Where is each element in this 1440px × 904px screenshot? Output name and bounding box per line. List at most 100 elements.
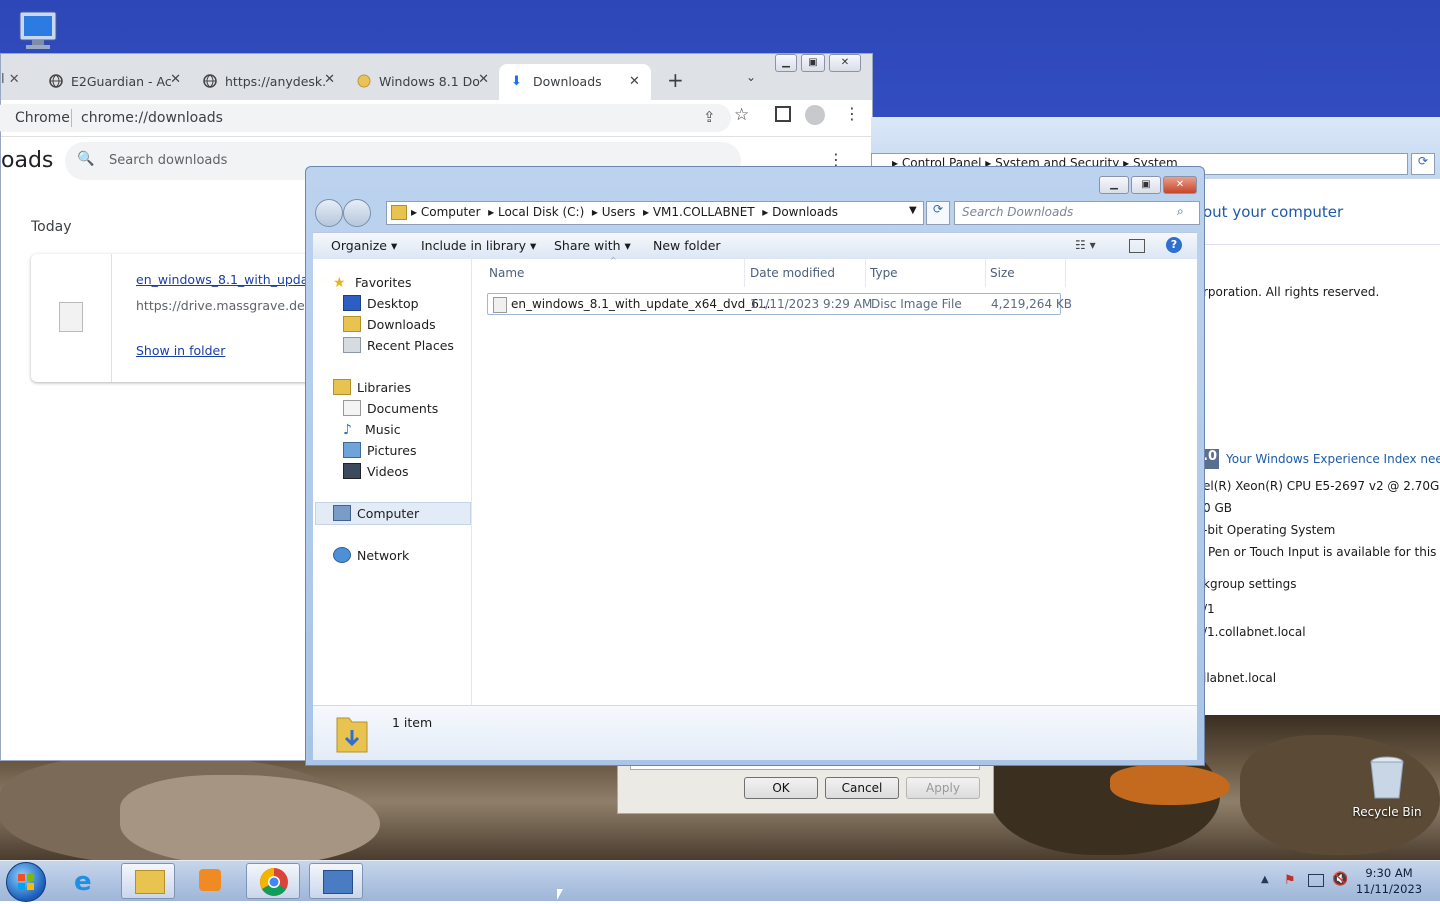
tab-label: Downloads: [533, 74, 602, 89]
breadcrumb-item[interactable]: Local Disk (C:): [498, 205, 584, 219]
share-with-button[interactable]: Share with ▾: [554, 238, 631, 253]
control-panel-taskbar[interactable]: [309, 863, 363, 899]
nav-videos[interactable]: Videos: [343, 461, 409, 481]
action-center-icon[interactable]: ⚑: [1284, 873, 1296, 888]
breadcrumb: ▸ Computer ▸ Local Disk (C:) ▸ Users ▸ V…: [411, 205, 838, 219]
profile-icon[interactable]: [805, 105, 825, 125]
minimize-button[interactable]: ▁: [1099, 176, 1129, 194]
nav-network[interactable]: Network: [333, 545, 409, 565]
page-title: oads: [1, 148, 54, 173]
recycle-bin-icon: [1370, 756, 1404, 799]
breadcrumb-item[interactable]: Users: [602, 205, 636, 219]
explorer-search[interactable]: Search Downloads ⌕: [954, 201, 1200, 225]
globe-icon: [203, 74, 217, 88]
breadcrumb-item[interactable]: Downloads: [772, 205, 838, 219]
cp-heading: out your computer: [1203, 203, 1344, 221]
help-icon[interactable]: ?: [1166, 237, 1182, 253]
clock[interactable]: 9:30 AM 11/11/2023: [1354, 865, 1424, 897]
view-options-icon[interactable]: ☷ ▾: [1075, 238, 1096, 252]
tab-windows[interactable]: Windows 8.1 Do ✕: [357, 66, 489, 96]
omnibox[interactable]: Chrome chrome://downloads ⇪: [0, 104, 731, 132]
chevron-down-icon[interactable]: ⌄: [746, 70, 756, 84]
close-button[interactable]: ✕: [1163, 176, 1197, 194]
nav-music[interactable]: ♪ Music: [343, 419, 401, 439]
computer-desktop-icon[interactable]: [14, 10, 60, 52]
download-icon: ⬇: [511, 74, 522, 89]
tab-close-icon[interactable]: ✕: [478, 72, 489, 87]
refresh-icon[interactable]: ⟳: [926, 201, 950, 225]
chevron-down-icon[interactable]: ▼: [909, 205, 917, 216]
search-icon: ⌕: [1177, 204, 1184, 218]
breadcrumb-item[interactable]: Computer: [421, 205, 481, 219]
recycle-bin[interactable]: Recycle Bin: [1352, 754, 1422, 824]
nav-documents[interactable]: Documents: [343, 398, 438, 418]
apply-button[interactable]: Apply: [906, 777, 980, 799]
nav-recent-places[interactable]: Recent Places: [343, 335, 454, 355]
breadcrumb-item[interactable]: VM1.COLLABNET: [653, 205, 755, 219]
new-folder-button[interactable]: New folder: [653, 238, 721, 253]
cp-memory: 0 GB: [1203, 501, 1232, 515]
nav-computer[interactable]: Computer: [333, 503, 419, 523]
include-in-library-button[interactable]: Include in library ▾: [421, 238, 536, 253]
file-type: Disc Image File: [871, 297, 962, 311]
clock-time: 9:30 AM: [1365, 866, 1413, 880]
item-count: 1 item: [392, 715, 433, 730]
minimize-button[interactable]: ▁: [775, 54, 797, 72]
side-panel-icon[interactable]: [775, 106, 791, 122]
download-file-link[interactable]: en_windows_8.1_with_update: [136, 272, 321, 287]
maximize-button[interactable]: ▣: [1131, 176, 1161, 194]
cp-domain: llabnet.local: [1203, 671, 1277, 685]
nav-desktop[interactable]: Desktop: [343, 293, 419, 313]
organize-button[interactable]: Organize ▾: [331, 238, 397, 253]
tab-close-icon[interactable]: l ✕: [1, 72, 20, 87]
tab-label: Windows 8.1 Do: [379, 73, 480, 89]
clock-date: 11/11/2023: [1355, 882, 1423, 896]
wei-link[interactable]: Your Windows Experience Index needs to: [1226, 452, 1440, 466]
tab-anydesk[interactable]: https://anydesk. ✕: [203, 66, 335, 96]
download-source: https://drive.massgrave.dev/e: [136, 298, 324, 313]
explorer-command-bar: Organize ▾ Include in library ▾ Share wi…: [313, 232, 1197, 260]
show-hidden-icons[interactable]: ▲: [1261, 874, 1269, 885]
refresh-icon[interactable]: ⟳: [1411, 153, 1435, 175]
network-tray-icon[interactable]: [1308, 874, 1324, 887]
maximize-button[interactable]: ▣: [801, 54, 825, 72]
tab-close-icon[interactable]: ✕: [170, 72, 181, 87]
ok-button[interactable]: OK: [744, 777, 818, 799]
new-tab-button[interactable]: +: [667, 68, 684, 92]
cancel-button[interactable]: Cancel: [825, 777, 899, 799]
show-in-folder-link[interactable]: Show in folder: [136, 343, 225, 358]
recent-places-icon: [343, 337, 361, 353]
menu-icon[interactable]: ⋮: [844, 104, 860, 123]
explorer-address-bar[interactable]: ▸ Computer ▸ Local Disk (C:) ▸ Users ▸ V…: [386, 201, 924, 225]
column-date-modified[interactable]: Date modified: [746, 259, 866, 287]
column-size[interactable]: Size: [986, 259, 1066, 287]
back-button[interactable]: [315, 199, 343, 227]
media-player-icon: [199, 869, 221, 891]
tab-close-icon[interactable]: ✕: [324, 72, 335, 87]
forward-button[interactable]: [343, 199, 371, 227]
internet-explorer-taskbar[interactable]: e: [62, 863, 116, 899]
volume-muted-icon[interactable]: 🔇: [1332, 872, 1348, 887]
documents-icon: [343, 400, 361, 416]
tab-close-icon[interactable]: ✕: [629, 74, 640, 89]
media-player-taskbar[interactable]: [183, 863, 237, 899]
tab-e2guardian[interactable]: E2Guardian - Ac ✕: [49, 66, 181, 96]
tab-downloads[interactable]: ⬇ Downloads ✕: [499, 64, 651, 100]
disc-file-icon: [59, 302, 83, 332]
chrome-taskbar[interactable]: [246, 863, 300, 899]
share-icon[interactable]: ⇪: [703, 108, 716, 126]
nav-downloads[interactable]: Downloads: [343, 314, 436, 334]
nav-pictures[interactable]: Pictures: [343, 440, 417, 460]
divider: [1203, 244, 1440, 245]
explorer-taskbar[interactable]: [121, 863, 175, 899]
close-button[interactable]: ✕: [829, 54, 861, 72]
column-type[interactable]: Type: [866, 259, 986, 287]
folder-icon: [391, 205, 407, 220]
start-button[interactable]: [6, 862, 46, 902]
nav-favorites[interactable]: ★ Favorites: [333, 272, 411, 292]
file-row[interactable]: en_windows_8.1_with_update_x64_dvd_6... …: [487, 293, 1072, 315]
recycle-bin-label: Recycle Bin: [1352, 805, 1422, 819]
preview-pane-icon[interactable]: [1129, 239, 1145, 253]
star-icon[interactable]: ☆: [734, 105, 749, 125]
nav-libraries[interactable]: Libraries: [333, 377, 411, 397]
